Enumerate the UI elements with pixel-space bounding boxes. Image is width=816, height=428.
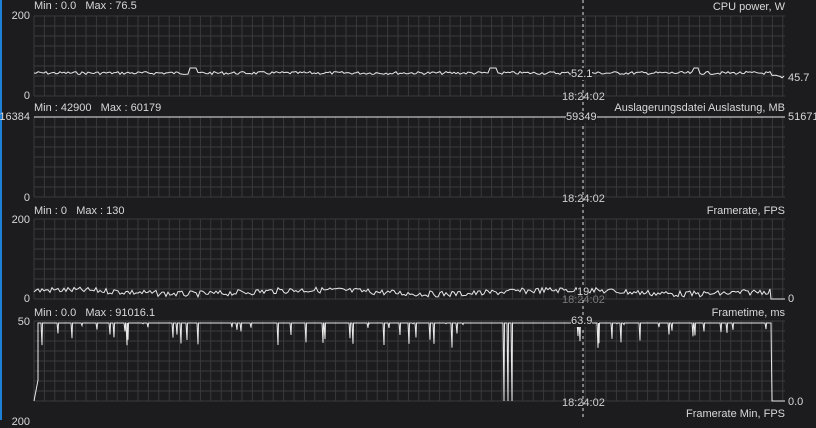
min-label: Min : 0.0 <box>34 0 77 12</box>
min-label: Min : 0.0 <box>34 307 77 319</box>
pagefile-min-max: Min : 42900 Max : 60179 <box>34 102 161 114</box>
cpu-power-ymax: 200 <box>11 10 30 22</box>
framerate-ymin: 0 <box>23 293 30 305</box>
framerate-title: Framerate, FPS <box>706 205 785 217</box>
pagefile-current-value: 51671 <box>788 111 816 123</box>
frametime-series <box>33 321 785 402</box>
max-label: Max : 91016.1 <box>85 307 156 319</box>
frametime-cursor-value: 63.9 <box>571 315 593 327</box>
frametime-min-max: Min : 0.0 Max : 91016.1 <box>34 307 155 319</box>
pagefile-time: 18:24:02 <box>562 193 605 205</box>
max-label: Max : 76.5 <box>85 0 137 12</box>
cpu-power-time: 18:24:02 <box>562 91 605 103</box>
framerate-current-value: 0 <box>788 293 795 305</box>
pagefile-ymin: 0 <box>23 192 30 204</box>
framerate-min-max: Min : 0 Max : 130 <box>34 205 125 217</box>
frametime-current-value: 0.0 <box>788 396 804 408</box>
framerate-time: 18:24:02 <box>562 294 605 306</box>
framerate-min-title: Framerate Min, FPS <box>685 408 785 420</box>
min-label: Min : 42900 <box>34 102 92 114</box>
frametime-ymax: 50 <box>17 316 30 328</box>
cpu-power-current-value: 45.7 <box>788 72 810 84</box>
frametime-time: 18:24:02 <box>562 397 605 409</box>
cpu-power-cursor-value: 52.1 <box>571 68 593 80</box>
framerate-ymax: 200 <box>11 214 30 226</box>
pagefile-ymax: 16384 <box>0 111 30 123</box>
pagefile-title: Auslagerungsdatei Auslastung, MB <box>614 102 785 114</box>
pagefile-cursor-value: 59349 <box>566 111 597 123</box>
max-label: Max : 130 <box>76 205 125 217</box>
cpu-power-ymin: 0 <box>23 90 30 102</box>
max-label: Max : 60179 <box>100 102 162 114</box>
cpu-power-title: CPU power, W <box>712 1 785 13</box>
frametime-title: Frametime, ms <box>711 307 785 319</box>
cpu-power-min-max: Min : 0.0 Max : 76.5 <box>34 0 137 12</box>
min-label: Min : 0 <box>34 205 68 217</box>
framerate-min-ymax: 200 <box>11 416 30 428</box>
